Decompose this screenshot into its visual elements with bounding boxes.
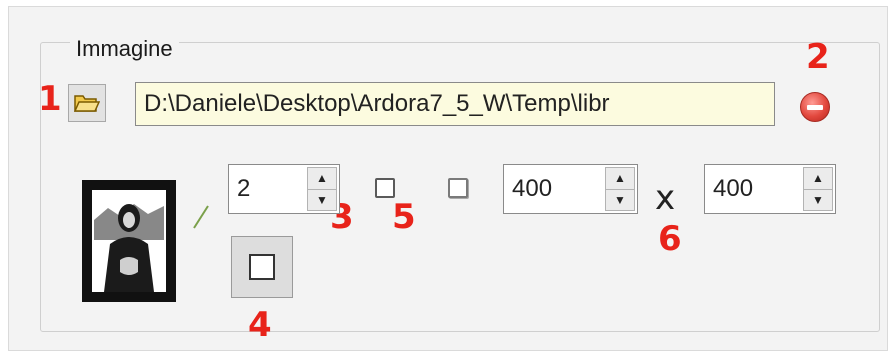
mona-lisa-thumbnail [82, 180, 176, 302]
callout-5: 5 [392, 197, 416, 237]
minus-icon [807, 104, 823, 110]
height-up-button[interactable]: ▲ [803, 167, 833, 190]
border-width-field[interactable] [229, 165, 307, 213]
width-down-button[interactable]: ▼ [605, 189, 635, 211]
image-path-input[interactable] [135, 82, 775, 126]
width-spinner[interactable]: ▲ ▼ [503, 164, 638, 214]
border-color-swatch[interactable] [375, 178, 395, 198]
width-up-button[interactable]: ▲ [605, 167, 635, 190]
height-down-button[interactable]: ▼ [803, 189, 833, 211]
width-field[interactable] [504, 165, 604, 213]
background-color-button[interactable] [231, 236, 293, 298]
height-spinner[interactable]: ▲ ▼ [704, 164, 836, 214]
shadow-toggle[interactable] [448, 178, 468, 198]
border-width-spinner[interactable]: ▲ ▼ [228, 164, 340, 214]
callout-2: 2 [806, 37, 830, 77]
border-down-button[interactable]: ▼ [307, 189, 337, 211]
thumbnail-pointer [193, 205, 209, 229]
height-field[interactable] [705, 165, 803, 213]
folder-open-icon [74, 95, 100, 112]
border-up-button[interactable]: ▲ [307, 167, 337, 190]
group-title: Immagine [70, 36, 179, 62]
dimension-separator: x [655, 178, 676, 218]
callout-6: 6 [658, 219, 682, 259]
callout-1: 1 [38, 79, 62, 119]
callout-4: 4 [248, 305, 272, 345]
color-swatch-icon [249, 254, 275, 280]
remove-image-button[interactable] [800, 92, 830, 122]
open-image-button[interactable] [68, 84, 106, 122]
